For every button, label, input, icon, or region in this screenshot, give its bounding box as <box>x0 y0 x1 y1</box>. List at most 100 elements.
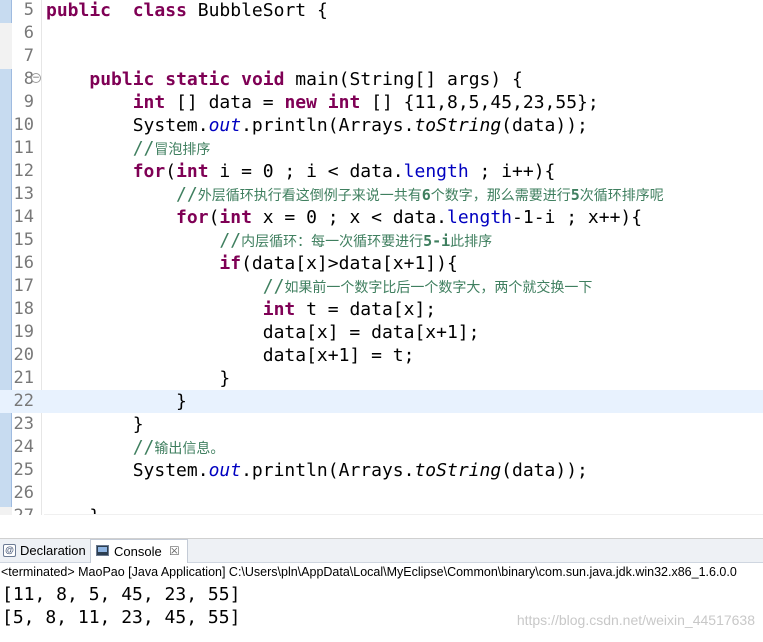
code-text: data[x+1] = t; <box>46 344 415 367</box>
code-line[interactable]: 11 //冒泡排序 <box>0 137 763 160</box>
code-line[interactable]: 7 <box>0 45 763 68</box>
line-number: 5 <box>23 0 34 20</box>
comment-token: 6 <box>421 186 431 204</box>
code-text: } <box>46 390 187 413</box>
code-token: main(String[] args) { <box>284 69 523 90</box>
code-line[interactable]: 14 for(int x = 0 ; x < data.length-1-i ;… <box>0 206 763 229</box>
close-icon[interactable]: ☒ <box>169 540 180 563</box>
keyword-token: void <box>241 69 285 90</box>
line-number: 9 <box>23 92 34 112</box>
keyword-token: int <box>219 207 252 228</box>
code-text: System.out.println(Arrays.toString(data)… <box>46 459 588 482</box>
code-line[interactable]: 13 //外层循环执行看这倒例子来说一共有6个数字，那么需要进行5次循环排序呢 <box>0 183 763 206</box>
code-token: ( <box>208 207 220 228</box>
line-number: 23 <box>13 414 34 434</box>
line-number: 6 <box>23 23 34 43</box>
comment-token: // <box>132 437 155 458</box>
code-token: t = data[x]; <box>295 299 437 320</box>
comment-token: 此排序 <box>450 234 493 250</box>
comment-token: 5-i <box>423 232 451 250</box>
keyword-token: class <box>132 0 187 21</box>
keyword-token: public <box>89 69 155 90</box>
tab-console[interactable]: Console ☒ <box>90 539 188 563</box>
code-token: ; i++){ <box>468 161 556 182</box>
code-line[interactable]: 24 //输出信息。 <box>0 436 763 459</box>
code-line[interactable]: 8− public static void main(String[] args… <box>0 68 763 91</box>
code-text: //冒泡排序 <box>46 137 211 162</box>
comment-token: // <box>176 184 198 205</box>
line-number: 26 <box>13 483 34 503</box>
code-token: (data)); <box>501 460 588 481</box>
code-line[interactable]: 18 int t = data[x]; <box>0 298 763 321</box>
code-token: data[x] = data[x+1]; <box>46 322 480 343</box>
fold-toggle-icon[interactable]: − <box>31 73 41 83</box>
tab-declaration[interactable]: @ Declaration <box>2 539 90 562</box>
comment-token: 个数字，那么需要进行 <box>430 188 571 204</box>
code-token: out <box>208 115 242 136</box>
code-editor[interactable]: 5 public class BubbleSort {6 7 8− public st… <box>0 0 763 515</box>
code-text: //内层循环：每一次循环要进行5-i此排序 <box>46 229 492 254</box>
line-number: 20 <box>13 345 34 365</box>
code-token: .println(Arrays. <box>241 115 415 136</box>
code-text: public static void main(String[] args) { <box>46 68 523 91</box>
code-line[interactable]: 6 <box>0 22 763 45</box>
code-token: -1-i ; x++){ <box>512 207 643 228</box>
line-number: 25 <box>13 460 34 480</box>
line-number: 14 <box>13 207 34 227</box>
code-line[interactable]: 23 } <box>0 413 763 436</box>
code-line[interactable]: 15 //内层循环：每一次循环要进行5-i此排序 <box>0 229 763 252</box>
code-token: toString <box>414 460 502 481</box>
comment-token: 次循环排序呢 <box>579 188 664 204</box>
keyword-token: int <box>132 92 166 113</box>
code-token: out <box>208 460 242 481</box>
keyword-token: for <box>176 207 209 228</box>
code-line-current[interactable]: 22 } <box>0 390 763 413</box>
line-number: 10 <box>13 115 34 135</box>
watermark: https://blog.csdn.net/weixin_44517638 <box>516 612 755 628</box>
code-token: } <box>46 391 187 412</box>
code-line[interactable]: 10 System.out.println(Arrays.toString(da… <box>0 114 763 137</box>
code-token: System. <box>46 115 209 136</box>
code-line[interactable]: 20 data[x+1] = t; <box>0 344 763 367</box>
keyword-token: if <box>219 253 242 274</box>
line-number: 27 <box>12 505 34 515</box>
code-token: toString <box>414 115 502 136</box>
code-text: for(int x = 0 ; x < data.length-1-i ; x+… <box>46 206 642 229</box>
line-number: 21 <box>13 368 34 388</box>
code-line[interactable]: 25 System.out.println(Arrays.toString(da… <box>0 459 763 482</box>
declaration-icon: @ <box>3 544 16 557</box>
code-token: [] data = <box>165 92 285 113</box>
code-token: } <box>46 368 231 389</box>
keyword-token: int <box>176 161 209 182</box>
code-line[interactable]: 17 //如果前一个数字比后一个数字大，两个就交换一下 <box>0 275 763 298</box>
comment-token: 内层循环：每一次循环要进行 <box>241 234 424 250</box>
code-line[interactable]: 19 data[x] = data[x+1]; <box>0 321 763 344</box>
line-number: 19 <box>13 322 34 342</box>
code-line[interactable]: 9 int [] data = new int [] {11,8,5,45,23… <box>0 91 763 114</box>
code-text: data[x] = data[x+1]; <box>46 321 480 344</box>
horizontal-scrollbar[interactable] <box>44 514 763 515</box>
code-line[interactable]: 12 for(int i = 0 ; i < data.length ; i++… <box>0 160 763 183</box>
line-number: 15 <box>13 230 34 250</box>
code-line[interactable]: 21 } <box>0 367 763 390</box>
line-number: 18 <box>13 299 34 319</box>
code-line[interactable]: 16 if(data[x]>data[x+1]){ <box>0 252 763 275</box>
code-token: [] {11,8,5,45,23,55}; <box>360 92 599 113</box>
code-text: for(int i = 0 ; i < data.length ; i++){ <box>46 160 556 183</box>
line-number: 16 <box>13 253 34 273</box>
code-line[interactable]: 5 public class BubbleSort { <box>0 0 763 22</box>
code-token: } <box>46 414 144 435</box>
comment-token: // <box>132 138 155 159</box>
code-line[interactable]: 26 <box>0 482 763 505</box>
code-token: i = 0 ; i < data. <box>208 161 404 182</box>
